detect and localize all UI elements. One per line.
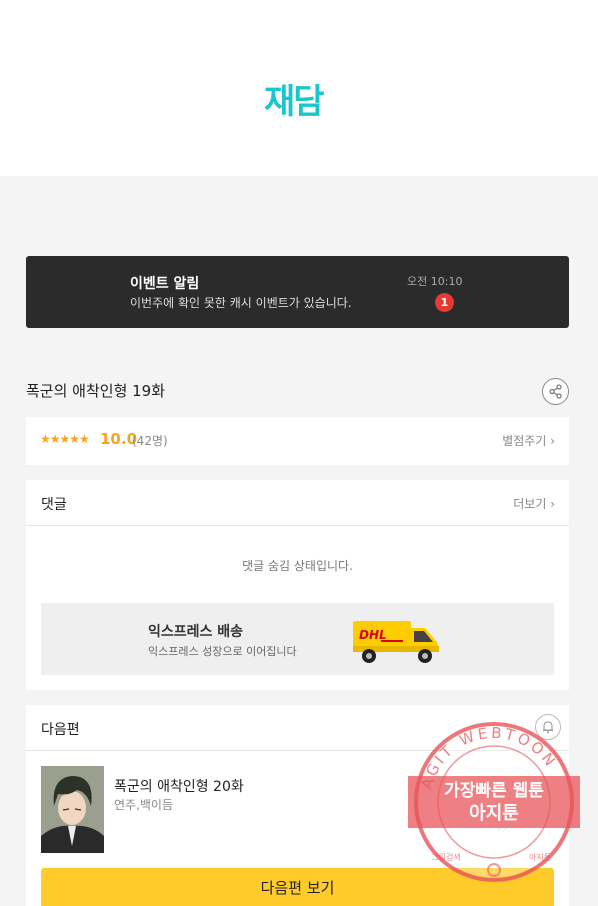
app-header: 재담 — [0, 0, 598, 176]
watermark-bottom-left: 그림검색 — [431, 852, 460, 862]
episode-title: 폭군의 애착인형 19화 — [26, 382, 166, 400]
truck-logo: DHL — [359, 628, 387, 642]
app-logo[interactable]: 재담 — [264, 82, 325, 122]
comments-hidden-notice: 댓글 숨김 상태입니다. — [242, 559, 353, 573]
share-button[interactable] — [542, 378, 569, 405]
ad-title: 익스프레스 배송 — [148, 624, 244, 640]
rate-button[interactable]: 별점주기 › — [502, 432, 555, 449]
banner-subtitle: 이번주에 확인 못한 캐시 이벤트가 있습니다. — [130, 296, 352, 310]
notification-count-badge: 1 — [435, 293, 454, 312]
ad-subtitle: 익스프레스 성장으로 이어집니다 — [148, 645, 297, 658]
ad-banner[interactable]: 익스프레스 배송 익스프레스 성장으로 이어집니다 DHL — [41, 603, 554, 675]
next-episode-author: 연주,백이듬 — [114, 798, 174, 812]
comments-section: 댓글 더보기 › 댓글 숨김 상태입니다. 익스프레스 배송 익스프레스 성장으… — [26, 480, 569, 690]
watermark-seal-icon: AGIT WEBTOON 가장빠른 웹툰 아지툰 그림검색 아지툰 — [408, 722, 580, 882]
next-episode-thumbnail[interactable] — [41, 766, 104, 853]
comments-header: 댓글 더보기 › — [26, 480, 569, 526]
watermark-bottom-right: 아지툰 — [529, 852, 551, 862]
comments-more-link[interactable]: 더보기 › — [513, 495, 555, 512]
share-icon — [549, 384, 562, 399]
delivery-truck-icon: DHL — [353, 621, 439, 663]
comments-label: 댓글 — [41, 497, 67, 513]
banner-title: 이벤트 알림 — [130, 276, 200, 292]
rating-card: ★★★★★ 10.0 (42명) 별점주기 › — [26, 417, 569, 465]
watermark-line1: 가장빠른 웹툰 — [444, 781, 544, 801]
event-notification-banner[interactable]: 이벤트 알림 이번주에 확인 못한 캐시 이벤트가 있습니다. 오전 10:10… — [26, 256, 569, 328]
watermark-line2: 아지툰 — [469, 803, 519, 824]
rating-count: (42명) — [132, 434, 168, 448]
next-label: 다음편 — [41, 722, 80, 738]
rating-stars-icon: ★★★★★ — [40, 432, 90, 446]
banner-time: 오전 10:10 — [407, 275, 463, 288]
next-episode-title[interactable]: 폭군의 애착인형 20화 — [114, 776, 244, 796]
